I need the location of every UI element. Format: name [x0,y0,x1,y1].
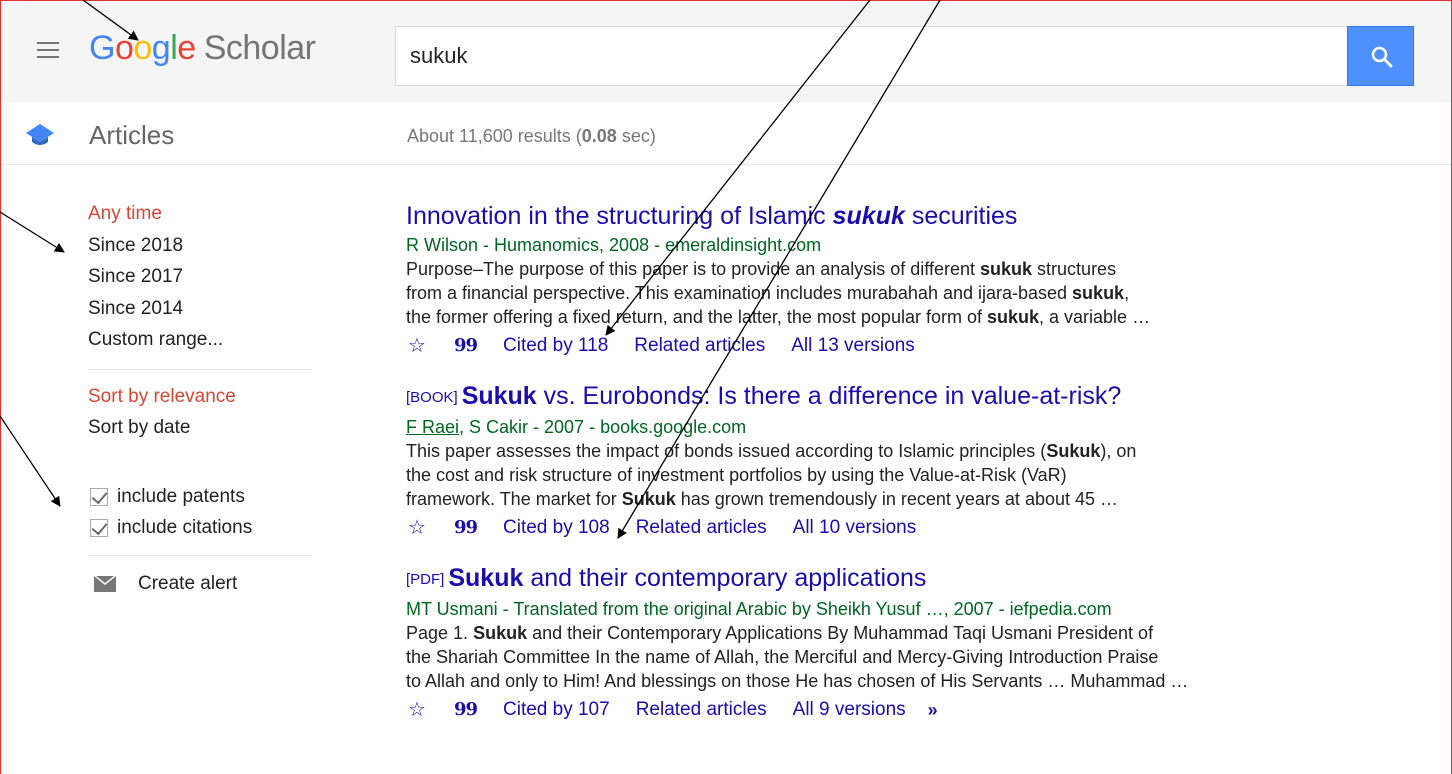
result-type-tag: [BOOK] [406,389,458,406]
author-text: R Wilson [406,235,479,255]
stats-prefix: About 11,600 results ( [407,126,582,146]
title-text: securities [904,202,1018,230]
filter-any-time[interactable]: Any time [88,200,314,232]
graduation-cap-icon [26,124,54,145]
result-snippet: Page 1. Sukuk and their Contemporary App… [406,623,1189,691]
all-versions-link[interactable]: All 13 versions [791,331,915,361]
title-text: vs. Eurobonds: Is there a difference in … [536,382,1122,410]
title-text: Innovation in the structuring of Islamic [406,202,833,230]
cited-by-link[interactable]: Cited by 118 [503,331,608,361]
search-icon [1371,46,1393,68]
all-versions-link[interactable]: All 10 versions [793,513,917,543]
logo-letter: G [89,29,115,67]
checkmark-icon [90,519,108,537]
result-meta: MT Usmani - Translated from the original… [406,598,1386,621]
cite-quote-icon[interactable]: 99 [454,695,478,725]
filter-since-2017[interactable]: Since 2017 [88,263,314,295]
meta-text: , S Cakir - 2007 - books.google.com [459,417,747,437]
include-citations-checkbox[interactable]: include citations [88,513,314,544]
logo-letter: e [177,29,196,67]
filter-sidebar: Any time Since 2018 Since 2017 Since 201… [88,200,314,599]
result-snippet: Purpose–The purpose of this paper is to … [406,259,1151,327]
hamburger-menu-icon[interactable] [37,42,59,58]
result-title-link[interactable]: [PDF] Sukuk and their contemporary applic… [406,560,1386,598]
stats-suffix: sec) [616,126,656,146]
result-stats: About 11,600 results (0.08 sec) [407,126,656,147]
google-scholar-logo[interactable]: Google Scholar [89,29,316,68]
result-meta: R Wilson - Humanomics, 2008 - emeraldins… [406,234,1386,257]
logo-scholar-text: Scholar [203,29,316,67]
cite-quote-icon[interactable]: 99 [454,513,478,543]
section-articles-label[interactable]: Articles [89,120,174,151]
author-link[interactable]: F Raei [406,417,459,437]
results-subbar: Articles About 11,600 results (0.08 sec) [1,102,1451,165]
sidebar-divider [88,554,312,556]
meta-text: MT Usmani - Translated from the original… [406,599,1112,619]
save-star-icon[interactable]: ☆ [408,513,426,543]
title-keyword: Sukuk [461,382,537,410]
result-actions: ☆ 99 Cited by 107 Related articles All 9… [406,695,1386,725]
include-patents-label: include patents [117,486,245,507]
filter-since-2018[interactable]: Since 2018 [88,232,314,264]
related-articles-link[interactable]: Related articles [636,695,767,725]
result-snippet: This paper assesses the impact of bonds … [406,441,1137,509]
checkmark-icon [90,488,108,506]
cited-by-link[interactable]: Cited by 107 [503,695,610,725]
title-keyword: Sukuk [448,564,524,592]
result-item: [BOOK] Sukuk vs. Eurobonds: Is there a di… [406,378,1386,543]
title-text: and their contemporary applications [523,564,927,592]
result-actions: ☆ 99 Cited by 118 Related articles All 1… [406,331,1386,361]
search-box[interactable] [395,26,1347,86]
envelope-icon [94,575,116,592]
logo-letter: o [114,29,134,67]
logo-letter: g [151,29,171,67]
search-button[interactable] [1347,26,1414,86]
result-item: [PDF] Sukuk and their contemporary applic… [406,560,1386,725]
sidebar-divider [88,368,312,370]
filter-since-2014[interactable]: Since 2014 [88,295,314,327]
result-item: Innovation in the structuring of Islamic… [406,198,1386,361]
save-star-icon[interactable]: ☆ [408,695,426,725]
search-input[interactable] [410,43,1310,69]
cited-by-link[interactable]: Cited by 108 [503,513,610,543]
logo-letter: o [133,29,152,67]
cite-quote-icon[interactable]: 99 [454,331,478,361]
stats-time: 0.08 [581,126,617,146]
result-actions: ☆ 99 Cited by 108 Related articles All 1… [406,513,1386,543]
sort-by-date[interactable]: Sort by date [88,414,314,446]
related-articles-link[interactable]: Related articles [634,331,765,361]
title-keyword: sukuk [832,202,905,230]
all-versions-link[interactable]: All 9 versions [793,695,906,725]
result-type-tag: [PDF] [406,571,445,588]
filter-custom-range[interactable]: Custom range... [88,326,314,358]
result-title-link[interactable]: Innovation in the structuring of Islamic… [406,198,1386,234]
related-articles-link[interactable]: Related articles [636,513,767,543]
result-meta: F Raei, S Cakir - 2007 - books.google.co… [406,416,1386,439]
save-star-icon[interactable]: ☆ [408,331,426,361]
create-alert-link[interactable]: Create alert [88,569,314,599]
header-bar: Google Scholar [1,1,1451,102]
create-alert-label: Create alert [138,572,238,594]
results-list: Innovation in the structuring of Islamic… [406,198,1386,742]
result-title-link[interactable]: [BOOK] Sukuk vs. Eurobonds: Is there a di… [406,378,1386,416]
include-patents-checkbox[interactable]: include patents [88,482,314,513]
sort-by-relevance[interactable]: Sort by relevance [88,383,314,415]
more-options-icon[interactable]: » [928,695,938,725]
include-citations-label: include citations [117,517,253,538]
meta-text: - Humanomics, 2008 - emeraldinsight.com [478,235,822,255]
